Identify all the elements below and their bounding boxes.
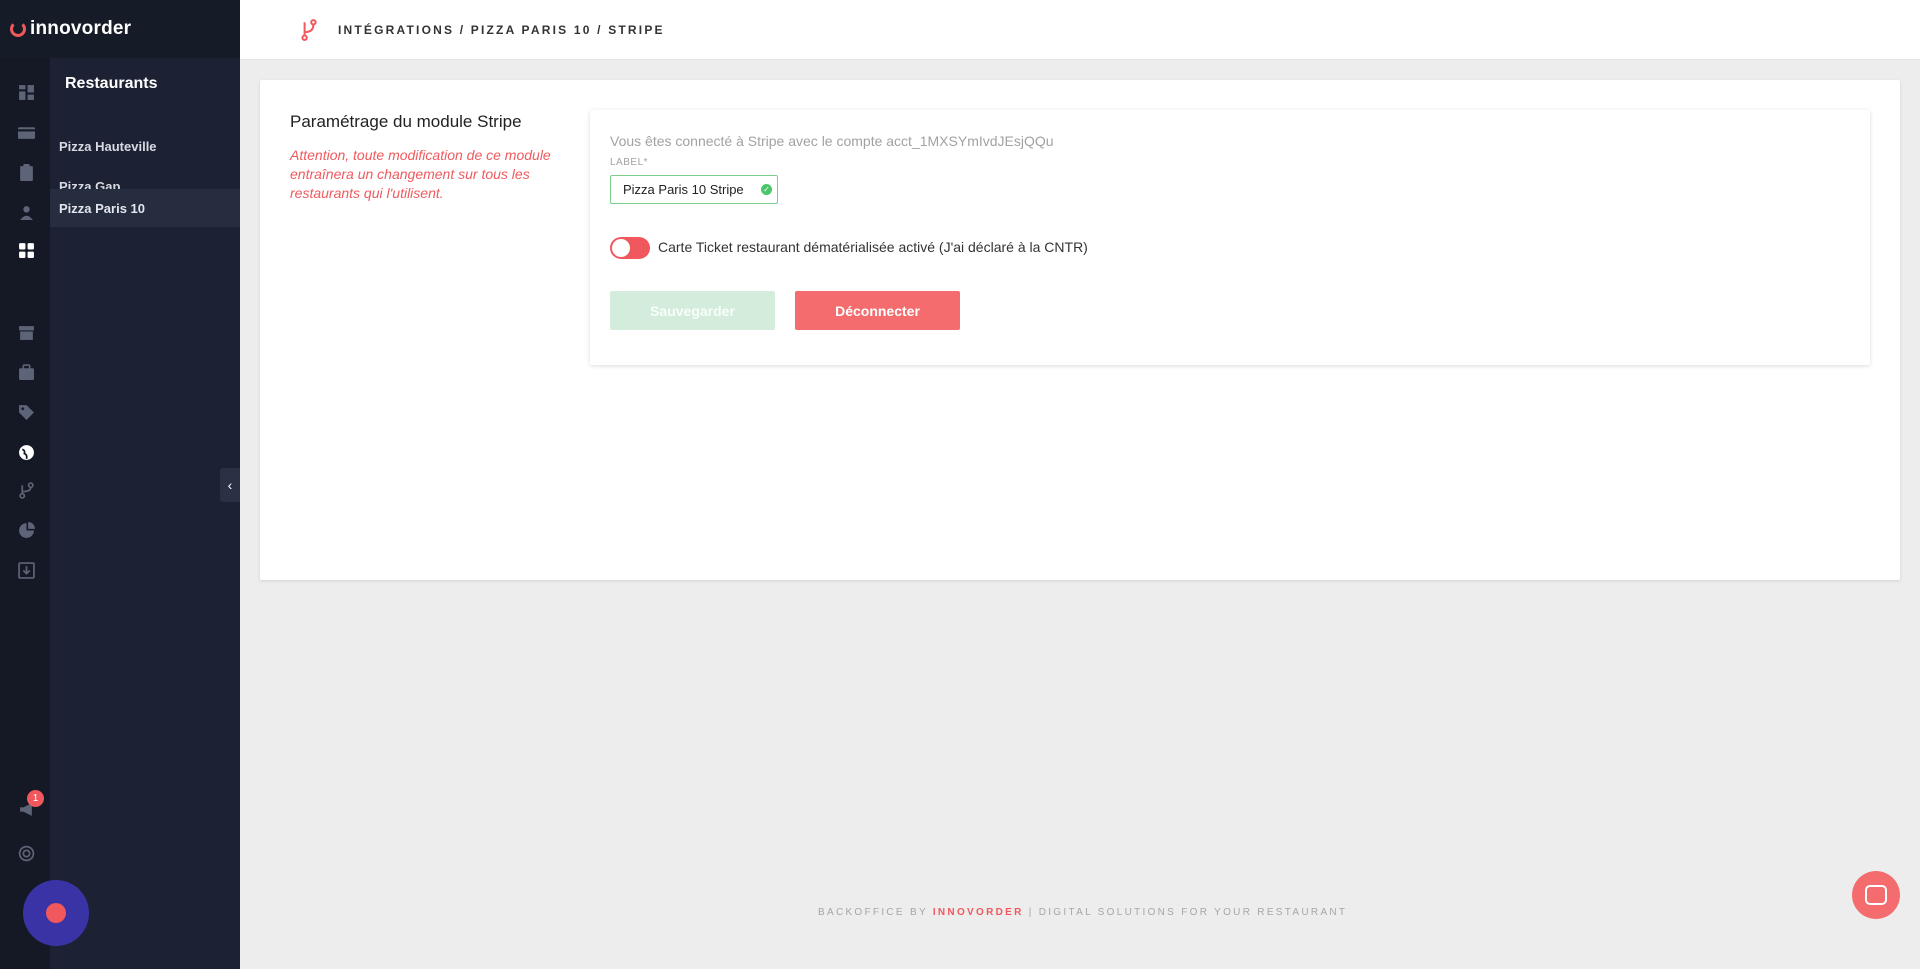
restaurant-item-hauteville[interactable]: Pizza Hauteville <box>50 127 240 165</box>
toggle-label: Carte Ticket restaurant dématérialisée a… <box>658 239 1088 255</box>
user-icon[interactable] <box>17 203 35 221</box>
stripe-form: Vous êtes connecté à Stripe avec le comp… <box>590 110 1870 365</box>
header: INTÉGRATIONS / PIZZA PARIS 10 / STRIPE <box>240 0 1920 60</box>
globe-icon[interactable] <box>17 443 35 461</box>
label-field-label: LABEL* <box>610 157 649 168</box>
store-icon[interactable] <box>17 323 35 341</box>
dashboard-icon[interactable] <box>17 83 35 101</box>
chat-icon <box>46 903 66 923</box>
check-circle-icon: ✓ <box>761 184 772 195</box>
footer: BACKOFFICE BY INNOVORDER | DIGITAL SOLUT… <box>818 907 1347 918</box>
card-icon[interactable] <box>17 123 35 141</box>
logo[interactable]: innovorder <box>0 0 240 58</box>
chat-launcher-button[interactable] <box>23 880 89 946</box>
help-chat-button[interactable] <box>1852 871 1900 919</box>
sidebar: innovorder 1 Restaurants Pizza Hautevill… <box>0 0 240 969</box>
support-icon[interactable] <box>17 844 35 862</box>
restaurant-item-label: Pizza Hauteville <box>59 138 157 154</box>
clipboard-icon[interactable] <box>17 163 35 181</box>
restaurant-item-label: Pizza Paris 10 <box>59 200 145 216</box>
collapse-sidebar-button[interactable]: ‹ <box>220 468 240 502</box>
logo-icon <box>10 21 26 37</box>
save-button[interactable]: Sauvegarder <box>610 291 775 330</box>
chevron-left-icon: ‹ <box>227 477 233 493</box>
briefcase-icon[interactable] <box>17 363 35 381</box>
disconnect-button[interactable]: Déconnecter <box>795 291 960 330</box>
download-icon[interactable] <box>17 561 35 579</box>
toggle-knob <box>612 239 630 257</box>
footer-brand[interactable]: INNOVORDER <box>933 907 1024 918</box>
grid-icon[interactable] <box>17 241 35 259</box>
label-input-value: Pizza Paris 10 Stripe <box>623 182 744 197</box>
footer-suffix: | DIGITAL SOLUTIONS FOR YOUR RESTAURANT <box>1028 907 1348 918</box>
warning-message: Attention, toute modification de ce modu… <box>290 147 551 201</box>
section-title: Paramétrage du module Stripe <box>290 112 522 131</box>
footer-prefix: BACKOFFICE BY <box>818 907 928 918</box>
branch-icon <box>301 18 317 41</box>
ticket-restaurant-toggle[interactable] <box>610 237 650 259</box>
icon-rail <box>0 58 50 969</box>
chat-icon <box>1865 885 1887 905</box>
notification-badge: 1 <box>27 790 44 807</box>
pie-chart-icon[interactable] <box>17 521 35 539</box>
connected-account-text: Vous êtes connecté à Stripe avec le comp… <box>610 133 1054 149</box>
panel-title: Restaurants <box>65 75 158 92</box>
branch-icon[interactable] <box>17 481 35 499</box>
restaurant-panel: Restaurants Pizza Hauteville Pizza Gap P… <box>50 58 240 969</box>
stripe-settings-card: Paramétrage du module Stripe Attention, … <box>260 80 1900 580</box>
label-input[interactable]: Pizza Paris 10 Stripe ✓ <box>610 175 778 204</box>
restaurant-item-paris-10[interactable]: Pizza Paris 10 <box>50 189 240 227</box>
logo-text: innovorder <box>30 18 132 39</box>
breadcrumb: INTÉGRATIONS / PIZZA PARIS 10 / STRIPE <box>338 22 665 37</box>
tags-icon[interactable] <box>17 403 35 421</box>
